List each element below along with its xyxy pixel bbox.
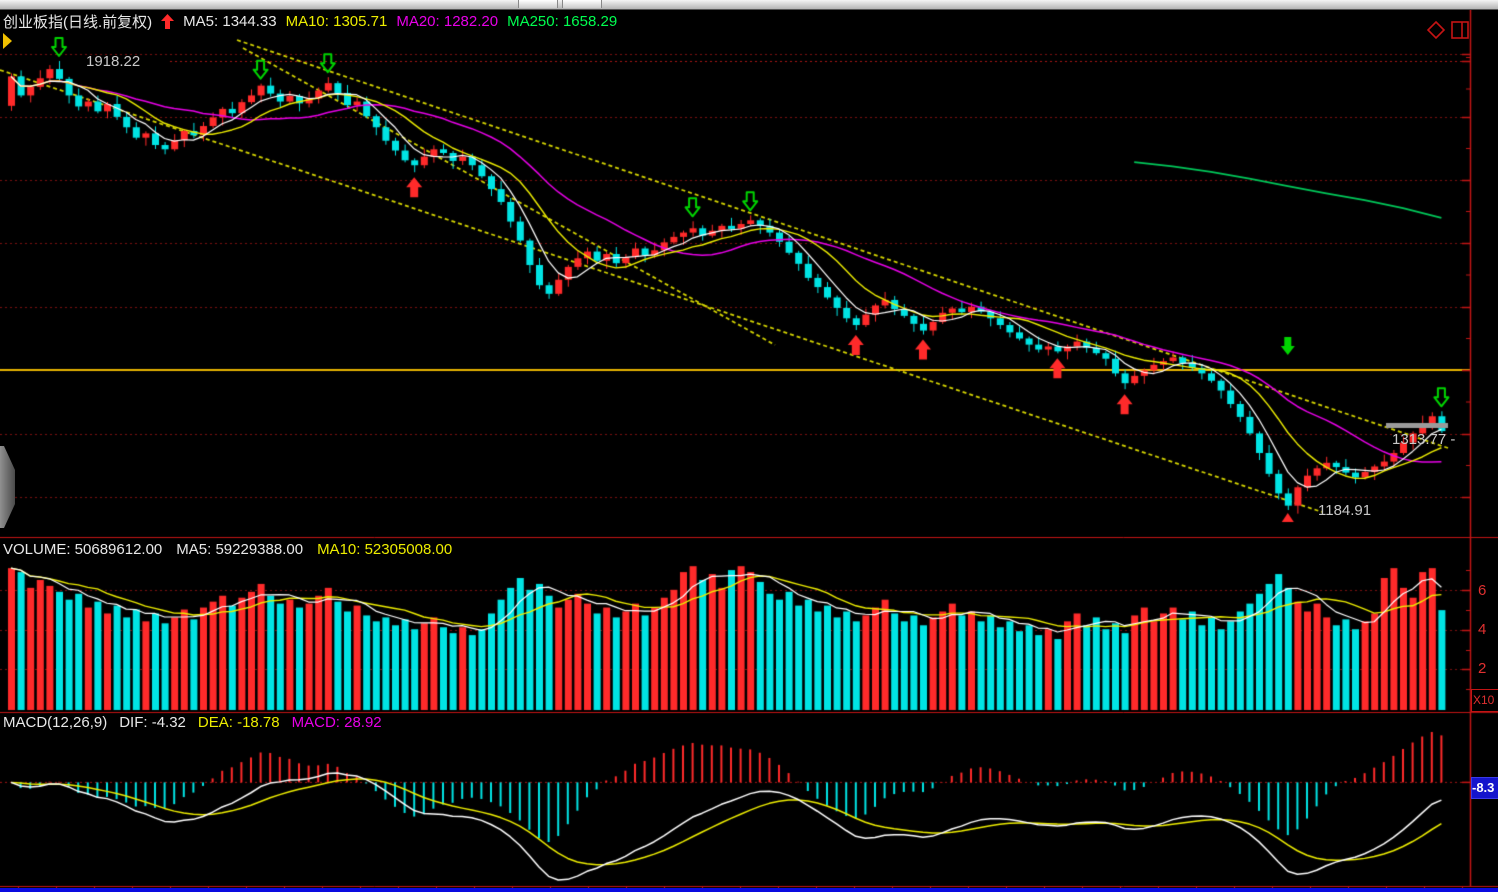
stock-chart-canvas[interactable] <box>0 0 1498 892</box>
volume-axis-label: 4 <box>1478 621 1486 638</box>
dif-readout: DIF: -4.32 <box>119 714 186 731</box>
volume-ma5-readout: MA5: 59229388.00 <box>176 541 303 558</box>
toolbar-segment-button[interactable] <box>518 0 558 8</box>
volume-panel-header: VOLUME: 50689612.00 MA5: 59229388.00 MA1… <box>3 541 452 558</box>
volume-unit-label: X10 <box>1471 689 1498 712</box>
high-price-annotation: 1918.22 <box>86 53 140 70</box>
ma20-readout: MA20: 1282.20 <box>396 13 498 30</box>
symbol-title: 创业板指(日线.前复权) <box>3 11 152 32</box>
volume-axis-label: 2 <box>1478 660 1486 677</box>
diamond-tool-icon[interactable] <box>1426 20 1446 40</box>
ma10-readout: MA10: 1305.71 <box>286 13 388 30</box>
macd-panel-header: MACD(12,26,9) DIF: -4.32 DEA: -18.78 MAC… <box>3 714 382 731</box>
window-top-toolbar-strip <box>0 0 1498 10</box>
volume-axis-label: 6 <box>1478 582 1486 599</box>
volume-readout: VOLUME: 50689612.00 <box>3 541 162 558</box>
macd-value-badge: -8.3 <box>1471 777 1498 799</box>
main-chart-header: 创业板指(日线.前复权) MA5: 1344.33 MA10: 1305.71 … <box>3 11 617 32</box>
ma250-readout: MA250: 1658.29 <box>507 13 617 30</box>
macd-readout: MACD: 28.92 <box>292 714 382 731</box>
bottom-status-strip <box>0 888 1498 892</box>
dea-readout: DEA: -18.78 <box>198 714 280 731</box>
last-price-annotation: 1313.77 - <box>1392 431 1455 448</box>
expand-arrow-icon <box>3 33 12 49</box>
low-price-annotation: 1184.91 <box>1318 502 1371 519</box>
ma5-readout: MA5: 1344.33 <box>183 13 276 30</box>
volume-ma10-readout: MA10: 52305008.00 <box>317 541 452 558</box>
split-window-icon[interactable] <box>1450 20 1470 40</box>
trend-up-arrow-icon <box>161 14 174 29</box>
toolbar-segment-button[interactable] <box>562 0 602 8</box>
macd-title: MACD(12,26,9) <box>3 714 107 731</box>
